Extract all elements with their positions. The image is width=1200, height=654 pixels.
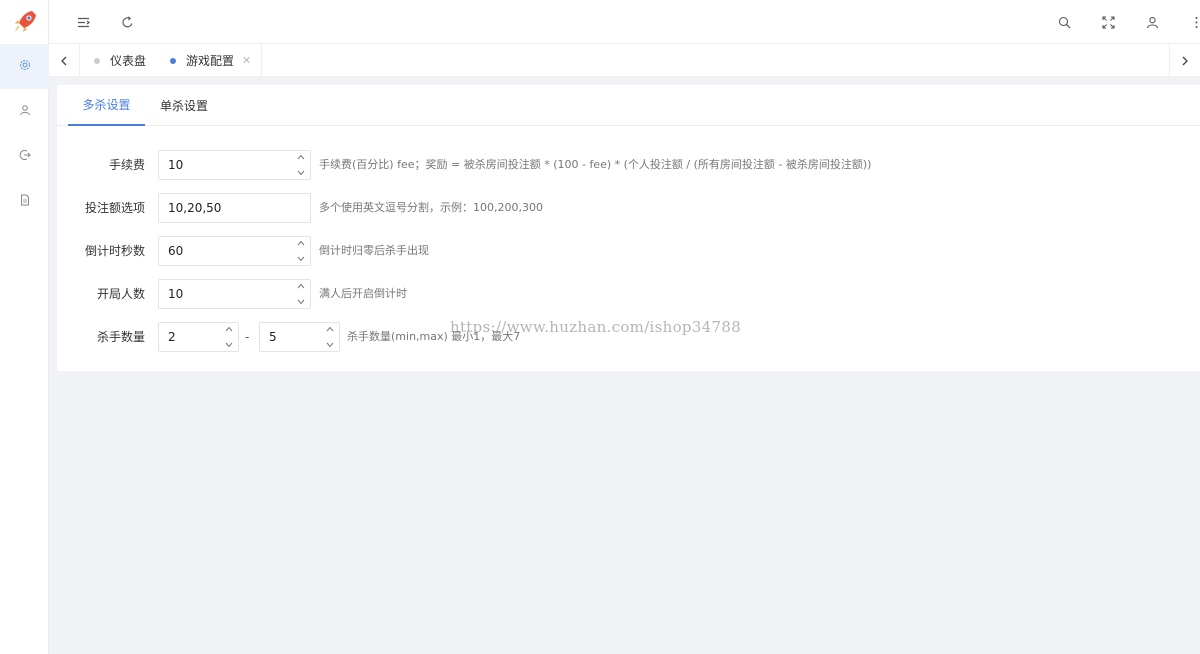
bet-options-input[interactable]: 10,20,50: [158, 193, 311, 223]
range-separator: -: [245, 330, 250, 344]
countdown-input[interactable]: 60: [158, 236, 311, 266]
chevron-right-icon[interactable]: [1169, 44, 1200, 77]
killers-min-value: 2: [168, 330, 176, 344]
tab-dot-icon: [170, 57, 176, 64]
fee-row: 手续费 10 手续费(百分比) fee；奖励 = 被杀房间投注额 * (100 …: [57, 150, 1200, 180]
countdown-stepper: [292, 237, 310, 265]
menu-fold-icon[interactable]: [73, 12, 93, 32]
bet-options-hint: 多个使用英文逗号分割，示例：100,200,300: [319, 201, 543, 214]
chevron-down-icon[interactable]: [297, 256, 305, 262]
logout-icon: [19, 149, 31, 164]
players-label: 开局人数: [96, 287, 145, 301]
tab-bar: 仪表盘 游戏配置 ✕: [49, 44, 1200, 77]
chevron-up-icon[interactable]: [225, 326, 233, 332]
watermark-text: https://www.huzhan.com/ishop34788: [450, 318, 742, 336]
sidebar: [0, 0, 49, 654]
bet-options-row: 投注额选项 10,20,50 多个使用英文逗号分割，示例：100,200,300: [57, 193, 1200, 223]
sidebar-item-document[interactable]: [0, 179, 49, 224]
user-icon: [19, 104, 31, 119]
bet-options-label: 投注额选项: [84, 201, 145, 215]
document-icon: [19, 194, 31, 209]
tab-game-config[interactable]: 游戏配置 ✕: [170, 44, 262, 77]
user-icon[interactable]: [1142, 12, 1162, 32]
sub-tabs: 多杀设置 单杀设置: [57, 85, 1200, 126]
tab-multi-kill[interactable]: 多杀设置: [68, 85, 145, 126]
killers-max-input[interactable]: 5: [259, 322, 340, 352]
killers-min-input[interactable]: 2: [158, 322, 239, 352]
top-bar: [49, 0, 1200, 44]
rocket-logo-icon[interactable]: [0, 0, 49, 44]
players-hint: 满人后开启倒计时: [319, 287, 407, 300]
fee-input[interactable]: 10: [158, 150, 311, 180]
killers-max-stepper: [321, 323, 339, 351]
chevron-down-icon[interactable]: [297, 170, 305, 176]
countdown-row: 倒计时秒数 60 倒计时归零后杀手出现: [57, 236, 1200, 266]
settings-icon: [19, 59, 31, 74]
chevron-up-icon[interactable]: [326, 326, 334, 332]
players-stepper: [292, 280, 310, 308]
fee-label: 手续费: [108, 158, 145, 172]
chevron-up-icon[interactable]: [297, 154, 305, 160]
chevron-left-icon[interactable]: [49, 44, 80, 77]
chevron-up-icon[interactable]: [297, 283, 305, 289]
fee-hint: 手续费(百分比) fee；奖励 = 被杀房间投注额 * (100 - fee) …: [319, 158, 872, 171]
players-value: 10: [168, 287, 184, 301]
chevron-down-icon[interactable]: [326, 342, 334, 348]
chevron-down-icon[interactable]: [297, 299, 305, 305]
chevron-up-icon[interactable]: [297, 240, 305, 246]
more-icon[interactable]: [1186, 12, 1200, 32]
sidebar-item-user[interactable]: [0, 89, 49, 134]
fee-value: 10: [168, 158, 184, 172]
players-input[interactable]: 10: [158, 279, 311, 309]
chevron-down-icon[interactable]: [225, 342, 233, 348]
countdown-label: 倒计时秒数: [84, 244, 145, 258]
fee-stepper: [292, 151, 310, 179]
countdown-hint: 倒计时归零后杀手出现: [319, 244, 429, 257]
sidebar-item-logout[interactable]: [0, 134, 49, 179]
tab-dashboard[interactable]: 仪表盘: [94, 44, 179, 77]
sidebar-item-settings[interactable]: [0, 44, 49, 89]
search-icon[interactable]: [1054, 12, 1074, 32]
refresh-icon[interactable]: [117, 12, 137, 32]
tab-label: 游戏配置: [186, 54, 235, 68]
players-row: 开局人数 10 满人后开启倒计时: [57, 279, 1200, 309]
close-icon[interactable]: ✕: [242, 54, 251, 67]
killers-label: 杀手数量: [96, 330, 145, 344]
countdown-value: 60: [168, 244, 184, 258]
bet-options-value: 10,20,50: [168, 201, 222, 215]
fullscreen-icon[interactable]: [1098, 12, 1118, 32]
killers-min-stepper: [220, 323, 238, 351]
tab-dot-icon: [94, 57, 100, 64]
tab-single-kill[interactable]: 单杀设置: [148, 85, 220, 126]
tab-label: 仪表盘: [110, 54, 147, 68]
killers-max-value: 5: [269, 330, 277, 344]
